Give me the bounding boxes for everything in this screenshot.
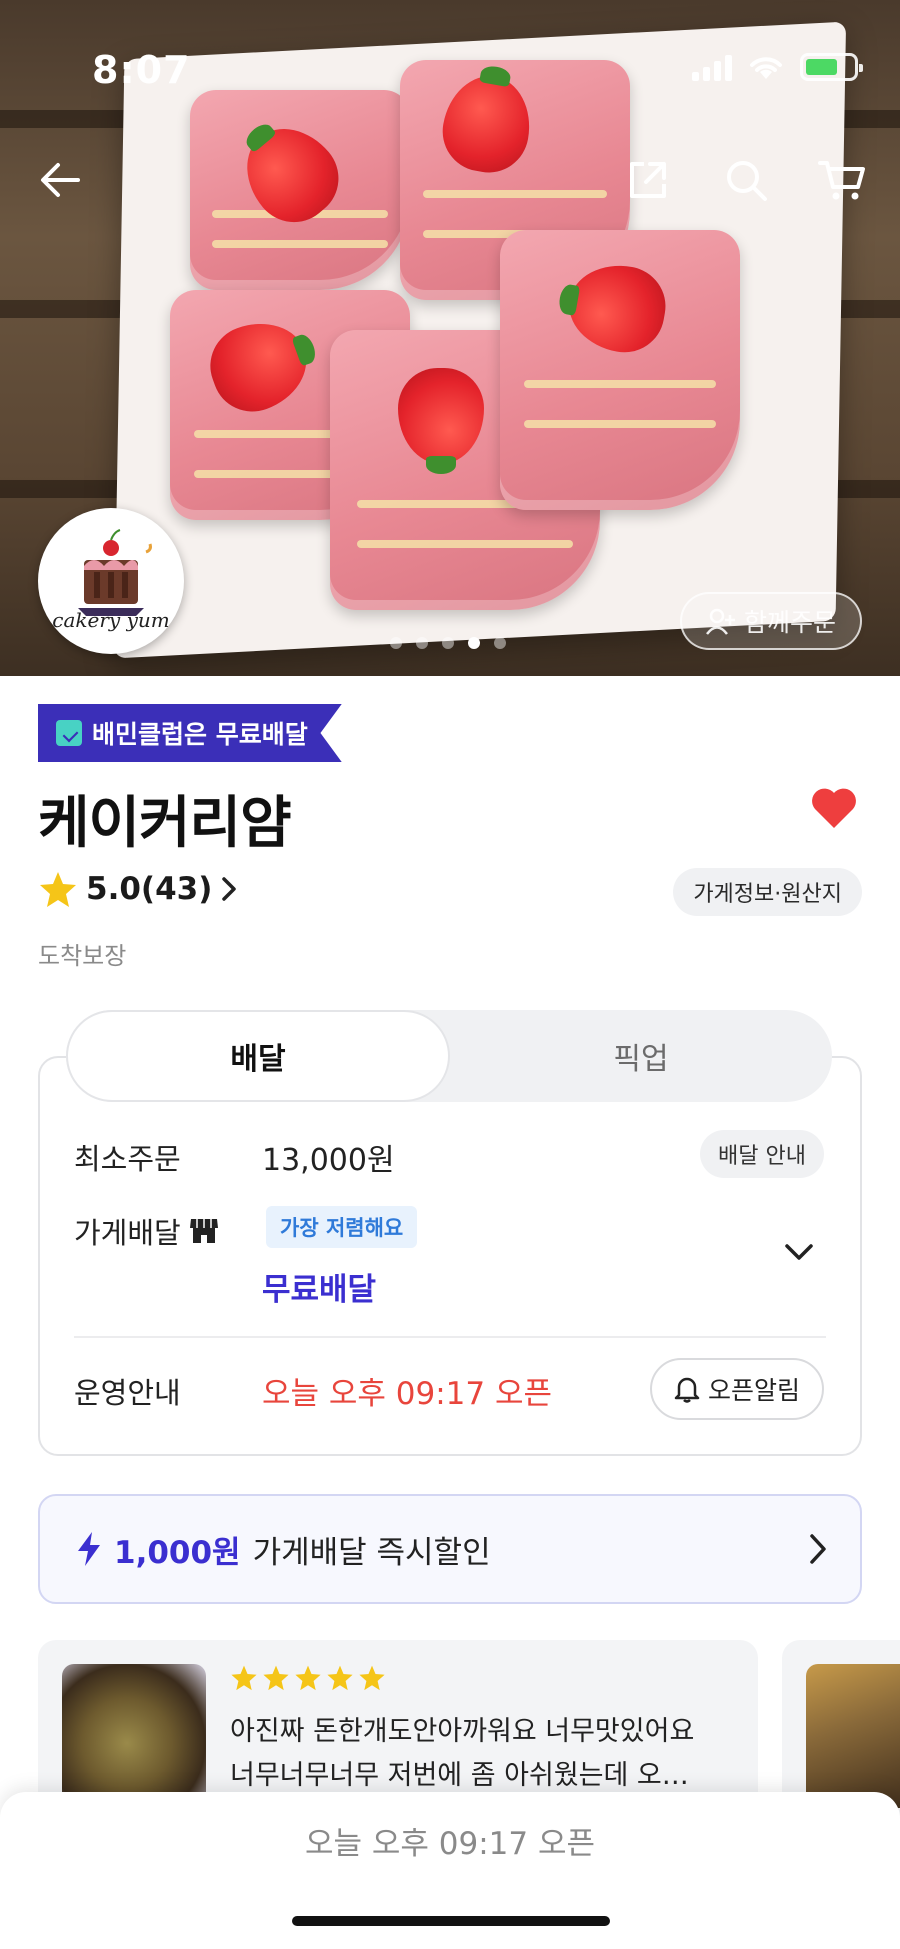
back-button[interactable]: [30, 150, 90, 210]
arrow-left-icon: [41, 163, 80, 197]
discount-text: 가게배달 즉시할인: [252, 1534, 491, 1571]
review-stars: [230, 1664, 386, 1691]
carousel-dot[interactable]: [442, 637, 454, 649]
review-text: 아진짜 돈한개도안아까워요 너무맛있어요 너무너무너무 저번에 좀 아쉬웠는데 …: [230, 1710, 730, 1798]
star-icon: [359, 1665, 385, 1691]
chevron-down-icon: [785, 1244, 813, 1260]
share-icon: [630, 162, 666, 198]
star-icon: [40, 872, 76, 907]
discount-amount: 1,000원: [114, 1534, 241, 1571]
club-badge-label: 배민클럽은 무료배달: [92, 720, 308, 749]
open-alarm-button[interactable]: 오픈알림: [649, 1358, 824, 1420]
review-line-1: 아진짜 돈한개도안아까워요 너무맛있어요: [230, 1716, 695, 1747]
cart-icon: [818, 161, 865, 200]
carousel-dot-active[interactable]: [468, 637, 480, 649]
lightning-icon: [78, 1532, 100, 1566]
wifi-icon: [750, 57, 782, 79]
home-indicator[interactable]: [292, 1916, 610, 1926]
review-photo: [62, 1664, 206, 1808]
store-delivery-label: 가게배달: [74, 1216, 181, 1250]
together-order-label: 함께주문: [743, 608, 836, 637]
heart-icon: [812, 788, 856, 828]
free-delivery-label: 무료배달: [262, 1272, 377, 1308]
store-logo: cakery yum: [38, 508, 184, 654]
chevron-right-icon: [810, 1534, 826, 1564]
cellular-signal-icon: [692, 53, 732, 81]
rating-value: 5.0(43): [86, 871, 213, 907]
carousel-dot[interactable]: [416, 637, 428, 649]
status-icons: [692, 52, 863, 82]
instant-discount-banner[interactable]: 1,000원 가게배달 즉시할인: [38, 1494, 862, 1604]
carousel-dot[interactable]: [494, 637, 506, 649]
review-photo: [806, 1664, 900, 1808]
min-order-value: 13,000원: [262, 1143, 395, 1178]
cake-logo-icon: [78, 529, 152, 616]
share-button[interactable]: [618, 150, 678, 210]
delivery-info-button[interactable]: 배달 안내: [700, 1130, 824, 1178]
battery-icon: [800, 53, 863, 81]
store-info-origin-button[interactable]: 가게정보·원산지: [673, 868, 862, 916]
store-hero-image: 8:07 cakery yum 함께주문: [0, 0, 900, 676]
status-time: 8:07: [92, 48, 191, 92]
carousel-dot[interactable]: [390, 637, 402, 649]
logo-text: cakery yum: [52, 608, 170, 632]
club-icon: [56, 720, 82, 746]
store-name: 케이커리얌: [38, 791, 292, 856]
carousel-indicator: [390, 637, 506, 649]
chevron-right-icon: [222, 877, 237, 901]
tab-delivery[interactable]: 배달: [66, 1010, 450, 1102]
store-delivery-row: 가게배달: [74, 1210, 219, 1252]
rating-summary[interactable]: 5.0(43): [38, 870, 238, 908]
bell-icon: [674, 1377, 700, 1403]
star-icon: [295, 1665, 321, 1691]
store-icon: [189, 1219, 218, 1243]
add-person-icon: [705, 608, 735, 635]
bottom-open-status: 오늘 오후 09:17 오픈: [304, 1826, 596, 1862]
card-divider: [74, 1336, 826, 1338]
favorite-button[interactable]: [810, 786, 858, 834]
arrival-guarantee-label: 도착보장: [38, 942, 127, 970]
star-icon: [263, 1665, 289, 1691]
cheapest-badge: 가장 저렴해요: [266, 1206, 418, 1248]
baemin-club-badge[interactable]: 배민클럽은 무료배달: [38, 704, 342, 762]
order-type-tabs: 픽업 배달: [66, 1010, 832, 1102]
operation-hours: 오늘 오후 09:17 오픈: [262, 1376, 553, 1412]
operation-label: 운영안내: [74, 1376, 181, 1410]
cart-button[interactable]: [812, 150, 872, 210]
min-order-label: 최소주문: [74, 1142, 181, 1176]
search-icon: [727, 161, 767, 201]
star-icon: [231, 1665, 257, 1691]
star-icon: [327, 1665, 353, 1691]
together-order-button[interactable]: 함께주문: [680, 592, 862, 650]
open-alarm-label: 오픈알림: [707, 1376, 800, 1405]
expand-delivery-button[interactable]: [784, 1242, 814, 1266]
tab-pickup[interactable]: 픽업: [450, 1010, 832, 1102]
search-button[interactable]: [716, 150, 776, 210]
